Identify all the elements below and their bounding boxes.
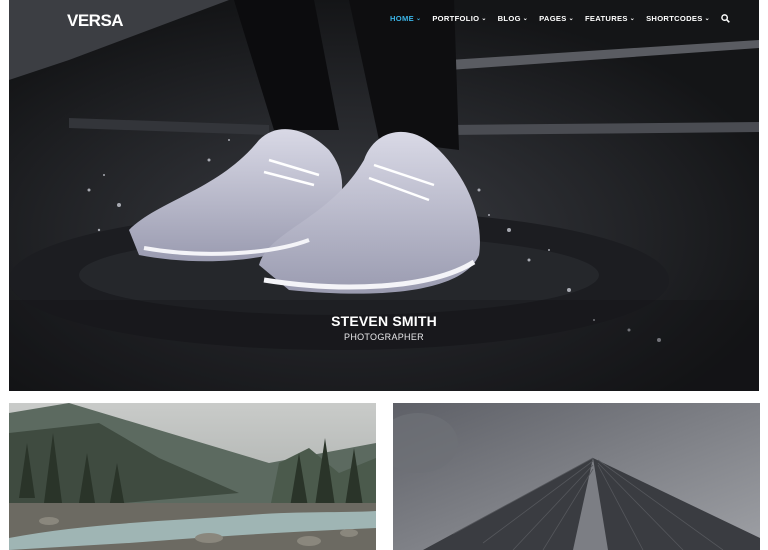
site-logo[interactable]: VERSA xyxy=(67,11,124,31)
chevron-down-icon: ⌄ xyxy=(629,16,636,22)
nav-item-label: BLOG xyxy=(497,14,521,23)
gallery-tile-forest[interactable] xyxy=(9,403,376,550)
nav-item-label: PAGES xyxy=(539,14,567,23)
hero-banner: VERSA HOME ⌄ PORTFOLIO ⌄ BLOG ⌄ PAGES ⌄ FEAT… xyxy=(9,0,759,391)
chevron-down-icon: ⌄ xyxy=(704,16,710,22)
chevron-down-icon: ⌄ xyxy=(522,16,529,22)
hero-caption: STEVEN SMITH PHOTOGRAPHER xyxy=(9,313,759,342)
nav-item-label: HOME xyxy=(390,14,414,23)
main-nav: HOME ⌄ PORTFOLIO ⌄ BLOG ⌄ PAGES ⌄ FEATURES ⌄ … xyxy=(390,14,730,23)
nav-item-blog[interactable]: BLOG ⌄ xyxy=(498,14,528,23)
search-icon[interactable] xyxy=(721,14,730,23)
forest-river-photo xyxy=(9,403,376,550)
skyscraper-photo xyxy=(393,403,760,550)
hero-name: STEVEN SMITH xyxy=(331,313,437,329)
nav-item-portfolio[interactable]: PORTFOLIO ⌄ xyxy=(432,14,486,23)
nav-item-home[interactable]: HOME ⌄ xyxy=(390,14,421,23)
nav-item-label: FEATURES xyxy=(584,14,628,23)
chevron-down-icon: ⌄ xyxy=(481,16,487,22)
nav-item-shortcodes[interactable]: SHORTCODES ⌄ xyxy=(646,14,710,23)
nav-item-label: PORTFOLIO xyxy=(432,14,480,23)
chevron-down-icon: ⌄ xyxy=(568,16,574,22)
nav-item-pages[interactable]: PAGES ⌄ xyxy=(539,14,574,23)
gallery-tile-skyscraper[interactable] xyxy=(393,403,760,550)
nav-item-label: SHORTCODES xyxy=(646,14,703,23)
nav-item-features[interactable]: FEATURES ⌄ xyxy=(585,14,635,23)
chevron-down-icon: ⌄ xyxy=(415,16,422,22)
hero-role: PHOTOGRAPHER xyxy=(344,332,424,342)
